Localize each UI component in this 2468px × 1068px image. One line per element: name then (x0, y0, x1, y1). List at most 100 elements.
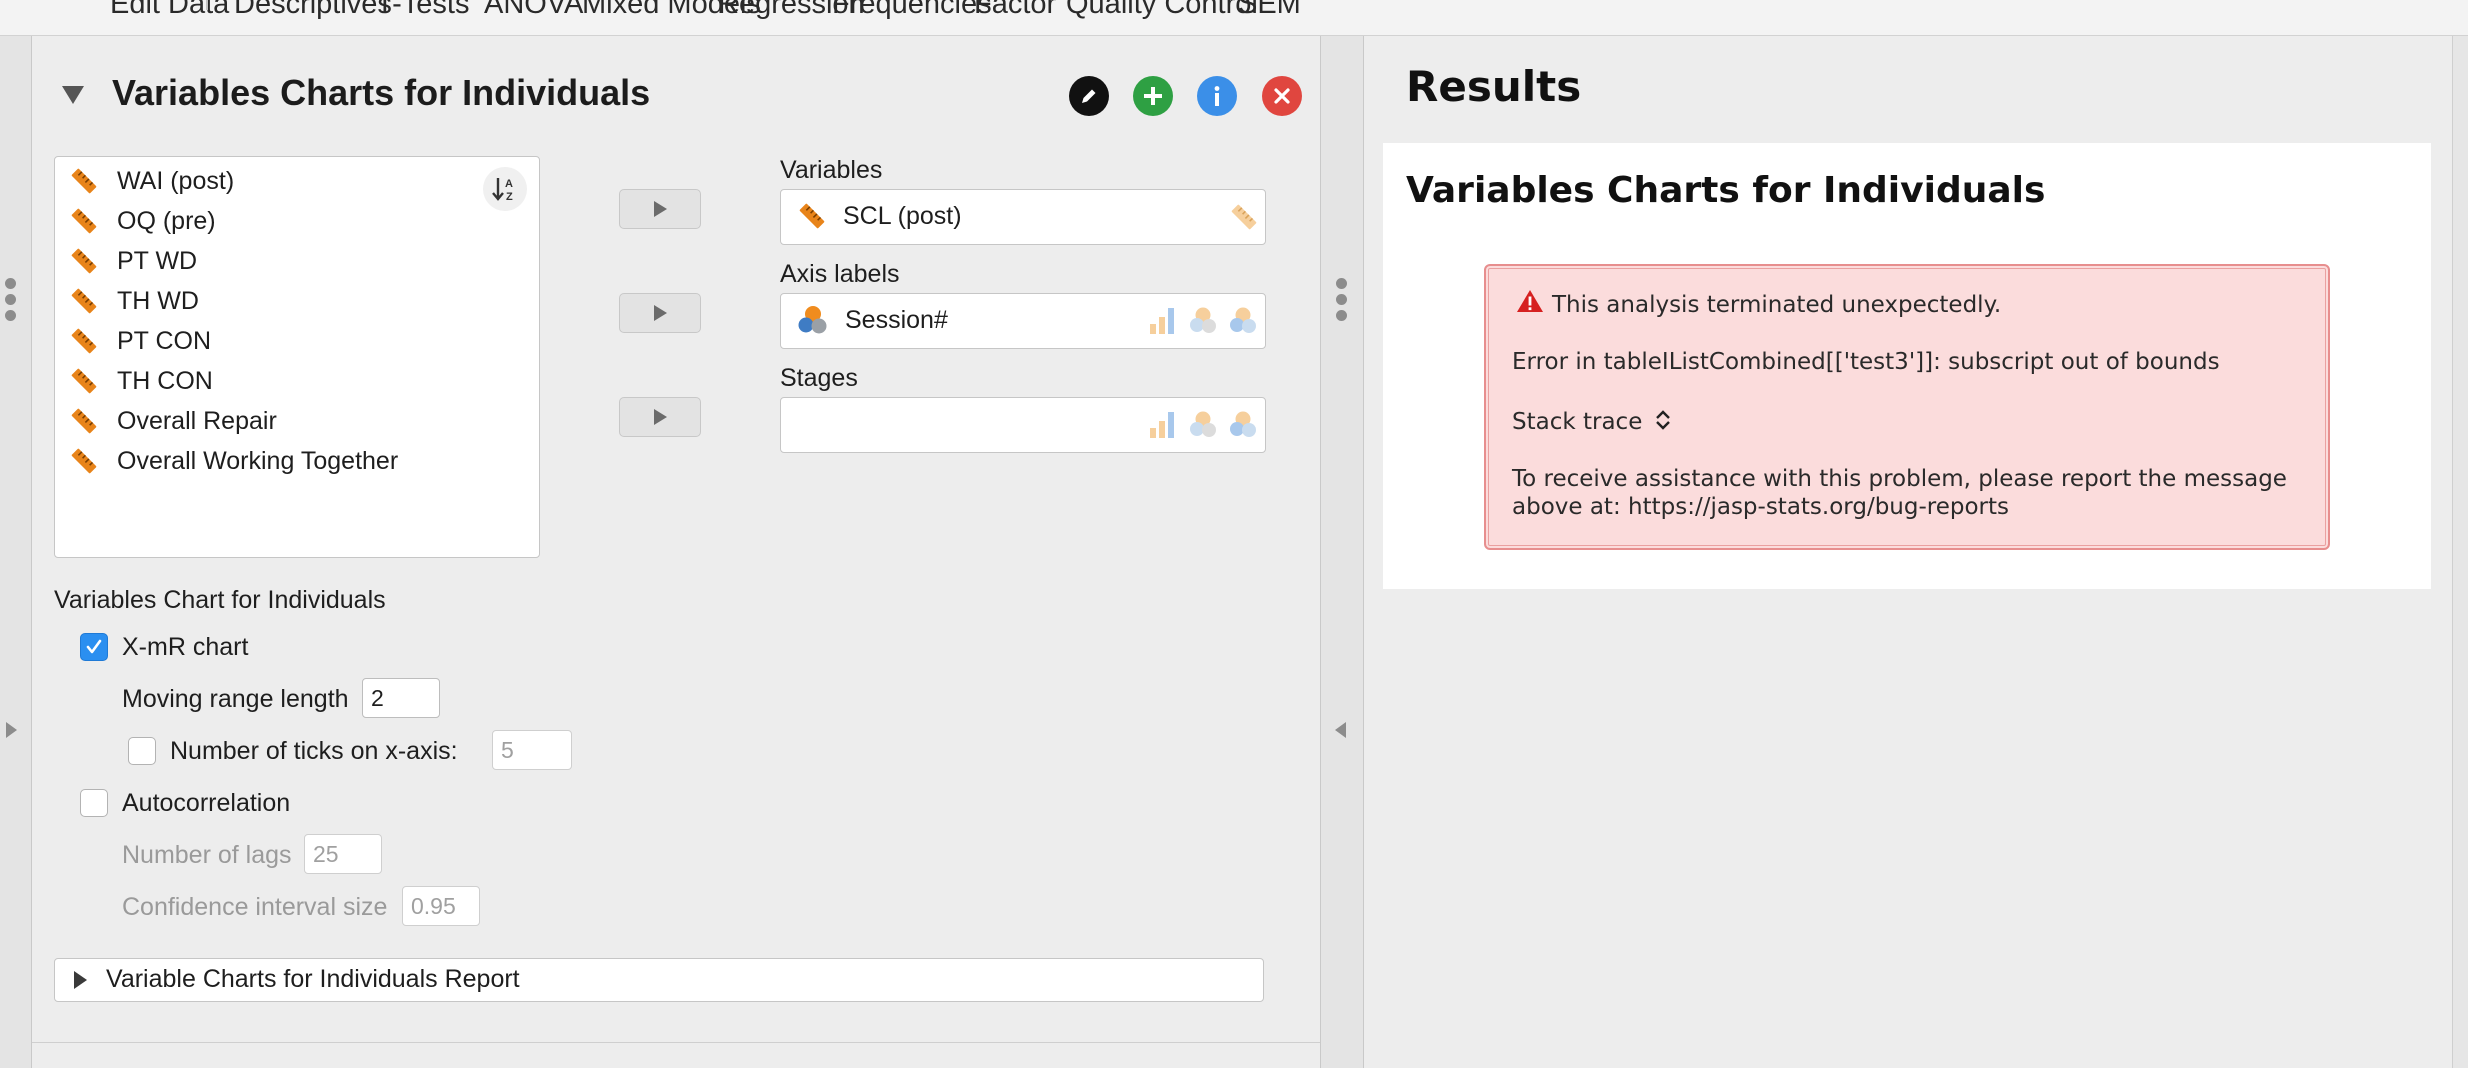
error-box: This analysis terminated unexpectedly. E… (1484, 264, 2330, 550)
menu-edit-data[interactable]: Edit Data (110, 0, 229, 21)
available-variable-label: TH CON (117, 366, 213, 395)
num-ticks-checkbox[interactable] (128, 737, 156, 765)
autocorrelation-checkbox[interactable] (80, 789, 108, 817)
grip-dot (5, 278, 16, 289)
scale-allowed-icon (1231, 204, 1257, 230)
moving-range-length-input[interactable]: 2 (362, 678, 440, 718)
pencil-icon (1082, 89, 1096, 103)
variables-value: SCL (post) (843, 201, 962, 230)
scale-ruler-icon (71, 168, 97, 194)
allowed-types-icons (1147, 408, 1259, 440)
divider (32, 1042, 1320, 1043)
nominal-allowed-icon (1190, 411, 1216, 437)
available-variable-item[interactable]: Overall Repair (69, 403, 277, 439)
available-variable-label: PT CON (117, 326, 211, 355)
scale-ruler-icon (71, 448, 97, 474)
expand-collapse-icon (1655, 410, 1670, 430)
results-analysis-title[interactable]: Variables Charts for Individuals (1406, 170, 2045, 211)
grip-dot (1336, 278, 1347, 289)
sort-button[interactable]: A Z (483, 167, 527, 211)
variables-item[interactable]: SCL (post) (797, 190, 962, 242)
available-variable-item[interactable]: OQ (pre) (69, 203, 216, 239)
results-heading: Results (1406, 62, 1582, 111)
report-section-label[interactable]: Variable Charts for Individuals Report (106, 965, 520, 994)
duplicate-analysis-button[interactable] (1133, 76, 1173, 116)
ribbon-menu: Edit Data Descriptives T-Tests ANOVA Mix… (0, 0, 2468, 36)
num-lags-label: Number of lags (122, 841, 292, 869)
collapse-left-arrow-icon[interactable] (1335, 722, 1346, 738)
results-panel-splitter[interactable] (1320, 36, 1364, 1068)
scale-ruler-icon (71, 368, 97, 394)
axis-labels-item[interactable]: Session# (797, 294, 948, 346)
xmr-chart-label[interactable]: X-mR chart (122, 633, 248, 662)
menu-quality-control[interactable]: Quality Control (1066, 0, 1258, 21)
svg-text:Z: Z (506, 191, 513, 203)
available-variable-item[interactable]: WAI (post) (69, 163, 234, 199)
moving-range-length-label: Moving range length (122, 685, 349, 713)
available-variable-item[interactable]: PT WD (69, 243, 197, 279)
available-variable-item[interactable]: TH WD (69, 283, 199, 319)
scale-ruler-icon (799, 203, 825, 229)
available-variable-label: TH WD (117, 286, 199, 315)
ci-size-label: Confidence interval size (122, 893, 388, 921)
stages-box[interactable] (780, 397, 1266, 453)
expand-triangle-icon (74, 971, 87, 989)
sort-az-icon: A Z (492, 178, 513, 203)
available-variable-label: OQ (pre) (117, 206, 216, 235)
plus-icon (1144, 87, 1162, 105)
nominal-text-icon (1230, 307, 1256, 333)
menu-anova[interactable]: ANOVA (484, 0, 583, 21)
ordinal-icon (1150, 308, 1174, 334)
axis-labels-box[interactable]: Session# (780, 293, 1266, 349)
data-panel-splitter[interactable] (0, 36, 32, 1068)
results-scrollbar[interactable] (2452, 36, 2468, 1068)
available-variable-item[interactable]: TH CON (69, 363, 213, 399)
available-variable-item[interactable]: Overall Working Together (69, 443, 398, 479)
scale-ruler-icon (71, 408, 97, 434)
error-assist-line1: To receive assistance with this problem,… (1512, 466, 2287, 492)
available-variable-item[interactable]: PT CON (69, 323, 211, 359)
info-button[interactable] (1197, 76, 1237, 116)
grip-dot (1336, 294, 1347, 305)
autocorrelation-label[interactable]: Autocorrelation (122, 789, 290, 818)
menu-frequencies[interactable]: Frequencies (832, 0, 992, 21)
close-analysis-button[interactable] (1262, 76, 1302, 116)
available-variable-label: Overall Repair (117, 406, 277, 435)
ci-size-input[interactable]: 0.95 (402, 886, 480, 926)
menu-descriptives[interactable]: Descriptives (234, 0, 392, 21)
axis-labels-label: Axis labels (780, 260, 900, 288)
grip-dot (5, 294, 16, 305)
analysis-title[interactable]: Variables Charts for Individuals (112, 72, 650, 114)
assign-stages-arrow-button[interactable] (619, 397, 701, 437)
stack-trace-toggle[interactable]: Stack trace (1512, 408, 1672, 435)
warning-icon (1517, 290, 1543, 312)
available-variable-label: Overall Working Together (117, 446, 399, 475)
arrow-right-icon (653, 409, 667, 425)
edit-title-button[interactable] (1069, 76, 1109, 116)
error-message: Error in tableIListCombined[['test3']]: … (1512, 349, 2220, 375)
allowed-types-icons (1147, 304, 1259, 336)
scale-ruler-icon (71, 328, 97, 354)
expand-right-arrow-icon[interactable] (6, 722, 17, 738)
available-variables-list[interactable]: A Z WAI (post) OQ (pre) PT WD TH WD PT CON TH… (54, 156, 540, 558)
stages-label: Stages (780, 364, 858, 392)
arrow-right-icon (653, 201, 667, 217)
checkmark-icon (86, 639, 102, 654)
grip-dot (1336, 310, 1347, 321)
nominal-text-icon (1230, 411, 1256, 437)
assign-axis-labels-arrow-button[interactable] (619, 293, 701, 333)
menu-t-tests[interactable]: T-Tests (376, 0, 469, 21)
nominal-allowed-icon (1190, 307, 1216, 333)
error-assist-line2: above at: https://jasp-stats.org/bug-rep… (1512, 494, 2010, 520)
variables-box[interactable]: SCL (post) (780, 189, 1266, 245)
collapse-analysis-triangle-icon[interactable] (62, 86, 84, 104)
menu-sem[interactable]: SEM (1238, 0, 1301, 21)
menu-factor[interactable]: Factor (974, 0, 1056, 21)
ribbon-separator (206, 0, 208, 10)
info-icon (1214, 86, 1220, 106)
xmr-chart-checkbox[interactable] (80, 633, 108, 661)
num-ticks-input[interactable]: 5 (492, 730, 572, 770)
num-ticks-label[interactable]: Number of ticks on x-axis: (170, 737, 458, 766)
num-lags-input[interactable]: 25 (304, 834, 382, 874)
assign-variables-arrow-button[interactable] (619, 189, 701, 229)
